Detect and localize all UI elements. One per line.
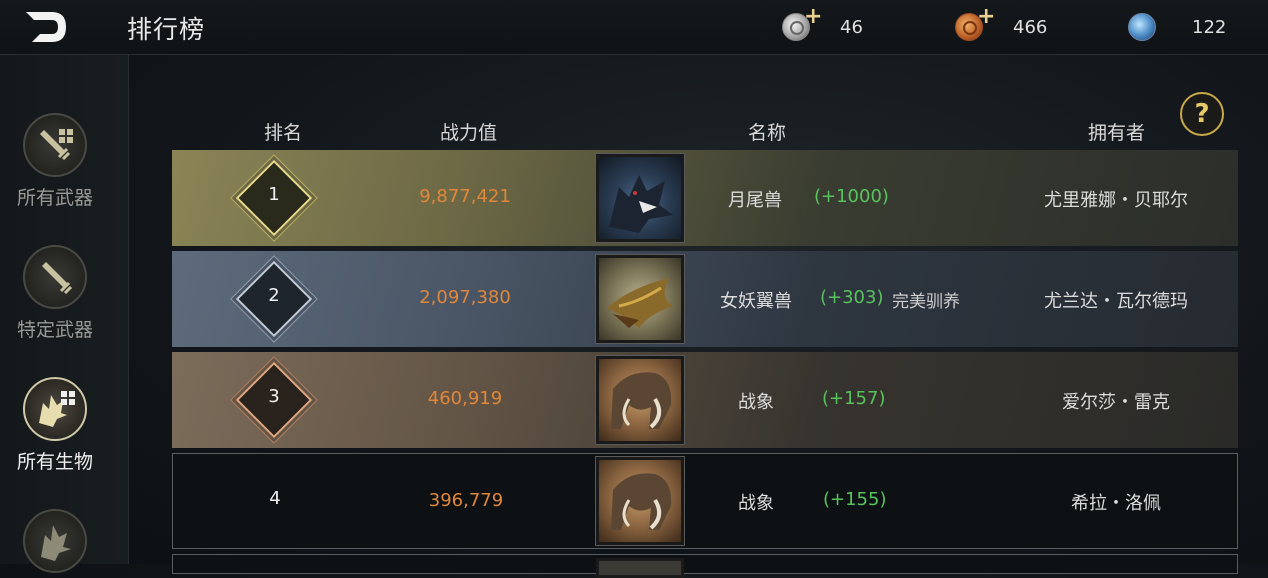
sword-icon [23, 245, 87, 309]
sidebar-item-label: 所有生物 [16, 451, 93, 473]
help-button[interactable]: ? [1180, 92, 1224, 136]
owner-name: 尤兰达・瓦尔德玛 [1044, 291, 1188, 312]
power-value: 2,097,380 [419, 287, 511, 308]
leaderboard-row[interactable]: 3 460,919 战象 (+157) 爱尔莎・雷克 [172, 352, 1238, 448]
owner-name: 希拉・洛佩 [1071, 493, 1161, 514]
gold-amount: 466 [1013, 16, 1048, 38]
rank-number: 3 [268, 386, 280, 407]
silver-amount: 46 [840, 16, 863, 38]
creature-name: 女妖翼兽 [720, 291, 792, 312]
leaderboard-row[interactable]: 2 2,097,380 女妖翼兽 (+303) 完美驯养 尤兰达・瓦尔德玛 [172, 251, 1238, 347]
currency-silver[interactable]: + 46 [782, 0, 863, 54]
power-value: 9,877,421 [419, 186, 511, 207]
power-value: 460,919 [427, 388, 503, 409]
creature-name: 战象 [738, 392, 774, 413]
dragon-icon [23, 509, 87, 573]
war-elephant-portrait [595, 355, 685, 445]
owner-name: 尤里雅娜・贝耶尔 [1044, 190, 1188, 211]
rank-number: 4 [269, 488, 281, 509]
sidebar-item-specific-creatures[interactable] [0, 509, 110, 573]
sidebar-item-all-weapons[interactable]: 所有武器 [0, 113, 110, 210]
creature-note: 完美驯养 [892, 292, 960, 312]
column-header-owner: 拥有者 [1088, 122, 1146, 144]
leaderboard-row[interactable] [172, 554, 1238, 578]
add-gold-icon[interactable]: + [977, 4, 995, 29]
column-header-name: 名称 [748, 122, 787, 144]
creature-name: 月尾兽 [728, 190, 782, 211]
wyvern-portrait [595, 254, 685, 344]
sidebar-item-label: 所有武器 [16, 187, 93, 209]
sidebar-item-specific-weapons[interactable]: 特定武器 [0, 245, 110, 342]
page-title: 排行榜 [127, 15, 206, 44]
leaderboard-row[interactable]: 4 396,779 战象 (+155) 希拉・洛佩 [172, 453, 1238, 549]
currency-gold[interactable]: + 466 [955, 0, 1047, 54]
creature-bonus: (+1000) [814, 186, 889, 207]
war-elephant-portrait [595, 456, 685, 546]
creature-portrait [596, 558, 684, 578]
creature-name: 战象 [738, 493, 774, 514]
gem-amount: 122 [1192, 16, 1227, 38]
rank-number: 1 [268, 184, 280, 205]
power-value: 396,779 [428, 490, 504, 511]
add-silver-icon[interactable]: + [804, 4, 822, 29]
creature-bonus: (+303) [820, 287, 884, 308]
creature-bonus: (+157) [822, 388, 886, 409]
sidebar-item-label: 特定武器 [16, 319, 93, 341]
top-bar: 排行榜 + 46 + 466 122 [0, 0, 1268, 55]
currency-gem[interactable]: 122 [1128, 0, 1226, 54]
creature-bonus: (+155) [823, 489, 887, 510]
back-button[interactable] [22, 8, 70, 46]
dragon-grid-icon [23, 377, 87, 441]
sword-grid-icon [23, 113, 87, 177]
leaderboard-row[interactable]: 1 9,877,421 月尾兽 (+1000) 尤里雅娜・贝耶尔 [172, 150, 1238, 246]
gem-icon [1128, 13, 1156, 41]
column-header-power: 战力值 [440, 122, 498, 144]
rank-number: 2 [268, 285, 280, 306]
category-sidebar: 所有武器 特定武器 所有生物 [0, 55, 129, 573]
sidebar-item-all-creatures[interactable]: 所有生物 [0, 377, 110, 474]
owner-name: 爱尔莎・雷克 [1062, 392, 1170, 413]
wolf-beast-portrait [595, 153, 685, 243]
back-arrow-icon [26, 12, 66, 42]
column-header-rank: 排名 [264, 122, 303, 144]
